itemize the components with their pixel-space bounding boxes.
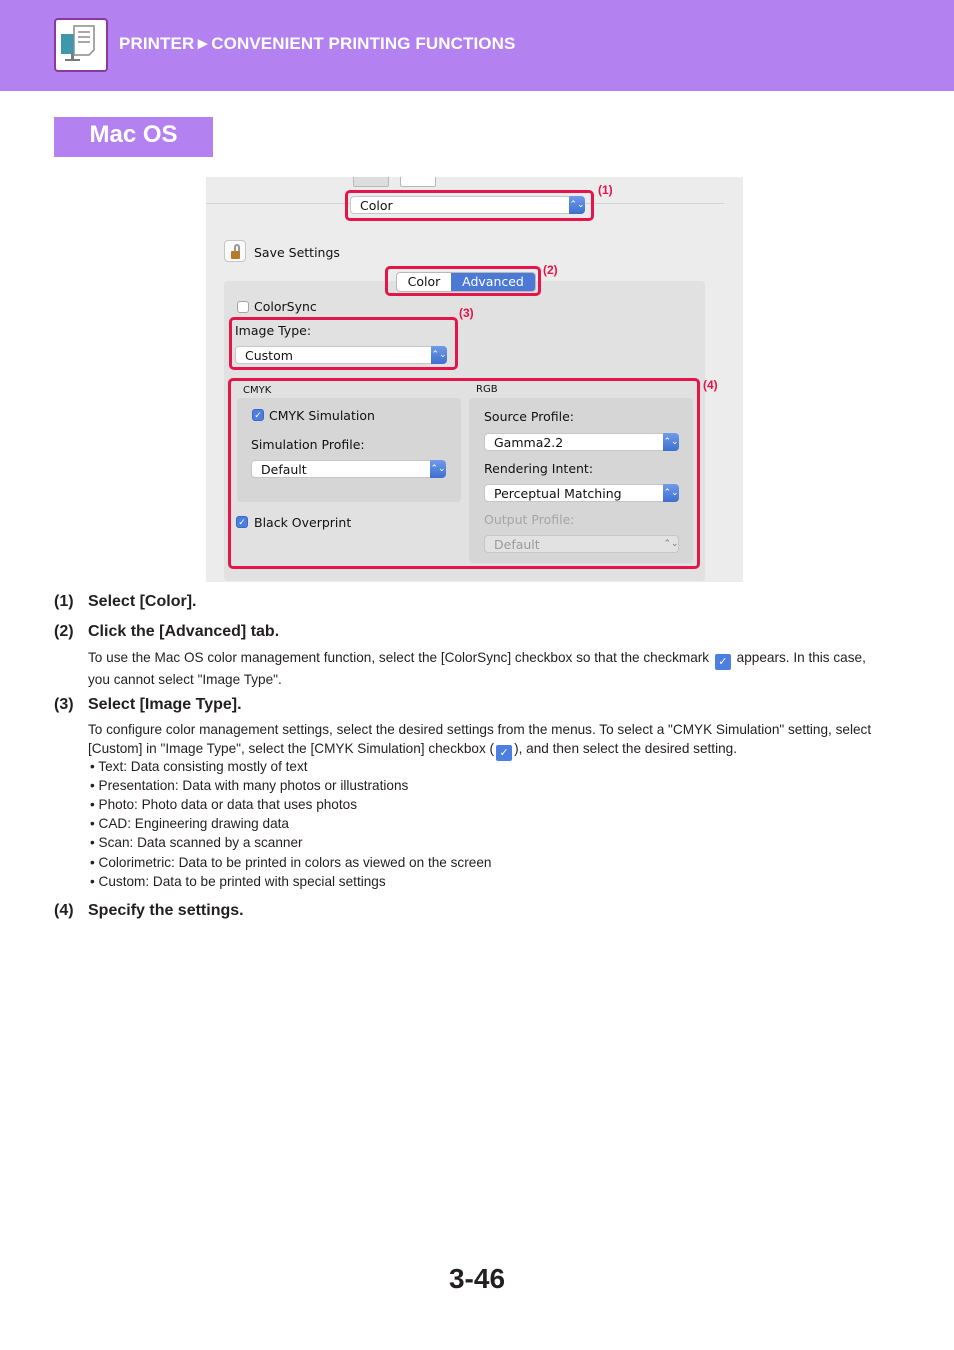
lock-icon[interactable] bbox=[224, 240, 246, 262]
colorsync-checkbox[interactable] bbox=[237, 301, 249, 313]
body-text: To use the Mac OS color management funct… bbox=[88, 650, 710, 665]
bullet-item: • Text: Data consisting mostly of text bbox=[90, 759, 308, 774]
bullet-item: • Presentation: Data with many photos or… bbox=[90, 778, 409, 793]
breadcrumb: PRINTER►CONVENIENT PRINTING FUNCTIONS bbox=[119, 34, 516, 53]
page-number: 3-46 bbox=[448, 1263, 506, 1294]
highlight-box-3 bbox=[229, 317, 458, 370]
colorsync-label: ColorSync bbox=[254, 299, 317, 314]
step-number: (1) bbox=[54, 593, 74, 610]
step-title: Select [Image Type]. bbox=[88, 696, 242, 713]
toolbar-button[interactable] bbox=[353, 177, 389, 187]
bullet-item: • Photo: Photo data or data that uses ph… bbox=[90, 797, 358, 812]
callout-1: (1) bbox=[598, 183, 613, 197]
body-text: ), and then select the desired setting. bbox=[514, 741, 737, 756]
save-settings-label: Save Settings bbox=[254, 245, 340, 260]
checkmark-icon: ✓ bbox=[714, 654, 731, 670]
print-dialog-screenshot: Color ⌃⌄ (1) Save Settings Color Advance… bbox=[206, 177, 743, 582]
step-3-body: To configure color management settings, … bbox=[88, 720, 888, 761]
checkmark-icon: ✓ bbox=[496, 745, 513, 761]
page-header: PRINTER►CONVENIENT PRINTING FUNCTIONS bbox=[0, 0, 954, 91]
callout-3: (3) bbox=[459, 306, 474, 320]
callout-4: (4) bbox=[703, 378, 718, 392]
highlight-box-1 bbox=[345, 190, 594, 221]
section-tag: Mac OS bbox=[54, 117, 213, 157]
step-number: (3) bbox=[54, 696, 74, 713]
highlight-box-4 bbox=[228, 378, 700, 569]
step-title: Select [Color]. bbox=[88, 593, 197, 610]
callout-2: (2) bbox=[543, 263, 558, 277]
bullet-item: • Colorimetric: Data to be printed in co… bbox=[90, 855, 492, 870]
step-title: Click the [Advanced] tab. bbox=[88, 623, 280, 640]
step-title: Specify the settings. bbox=[88, 902, 244, 919]
step-number: (4) bbox=[54, 902, 74, 919]
bullet-item: • Scan: Data scanned by a scanner bbox=[90, 835, 303, 850]
body-text: To configure color management settings, … bbox=[88, 722, 872, 756]
bullet-item: • Custom: Data to be printed with specia… bbox=[90, 874, 386, 889]
step-2-body: To use the Mac OS color management funct… bbox=[88, 648, 888, 689]
toolbar-button[interactable] bbox=[400, 177, 436, 187]
printer-computer-icon bbox=[54, 18, 108, 72]
bullet-item: • CAD: Engineering drawing data bbox=[90, 816, 289, 831]
step-number: (2) bbox=[54, 623, 74, 640]
highlight-box-2 bbox=[385, 266, 541, 296]
